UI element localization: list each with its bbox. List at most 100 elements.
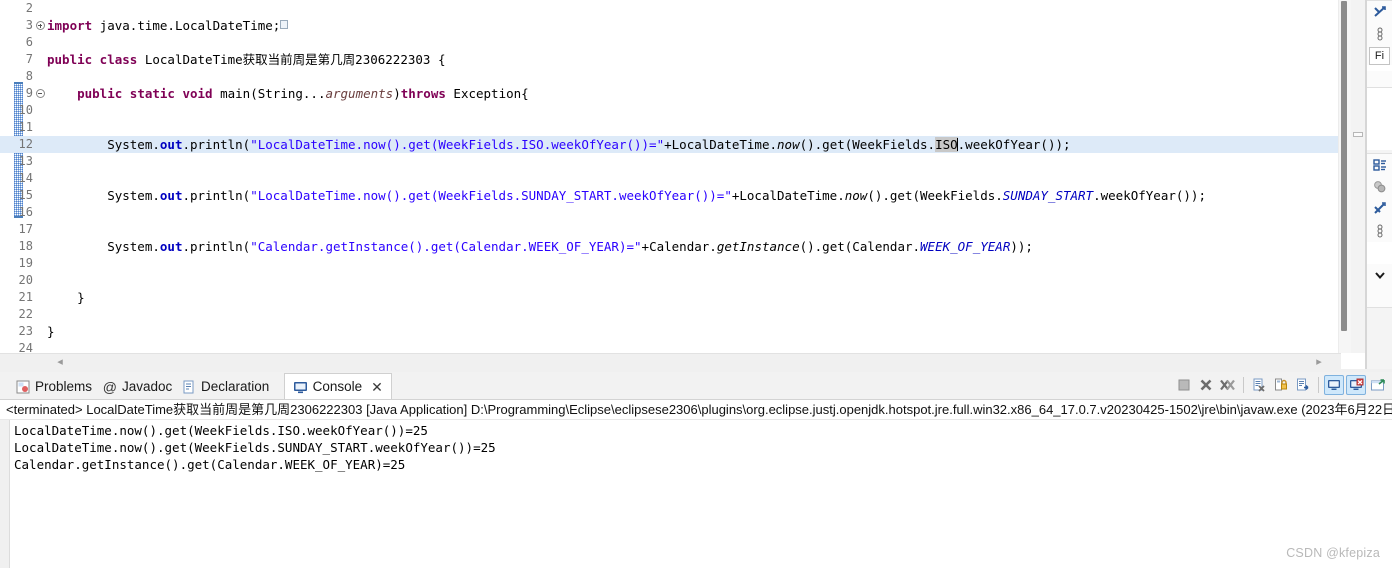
filter-icon[interactable] — [1367, 176, 1392, 198]
console-output[interactable]: LocalDateTime.now().get(WeekFields.ISO.w… — [10, 422, 1392, 568]
fold-toggle-icon[interactable] — [33, 17, 47, 34]
javadoc-icon: @ — [102, 378, 118, 395]
console-icon — [293, 380, 308, 394]
tab-javadoc[interactable]: @ Javadoc — [95, 374, 181, 399]
code-token: Exception{ — [453, 86, 529, 101]
code-token: ().get(WeekFields. — [799, 137, 936, 152]
code-line[interactable]: 21 } — [0, 289, 1365, 306]
console-output-line: LocalDateTime.now().get(WeekFields.ISO.w… — [14, 423, 428, 438]
terminate-button[interactable] — [1174, 375, 1194, 395]
line-number: 14 — [18, 171, 33, 185]
tab-console[interactable]: Console ✕ — [283, 373, 392, 399]
console-view: Problems @ Javadoc Declaration Console ✕ <ter… — [0, 372, 1392, 568]
code-line[interactable]: 19 — [0, 255, 1365, 272]
code-line[interactable]: 7 public class LocalDateTime获取当前周是第几周2306… — [0, 51, 1365, 68]
code-line[interactable]: 8 — [0, 68, 1365, 85]
hscroll-right-arrow[interactable]: ▸ — [1311, 354, 1327, 370]
editor-vertical-scrollbar[interactable] — [1338, 0, 1351, 353]
console-output-line: LocalDateTime.now().get(WeekFields.SUNDA… — [14, 440, 496, 455]
code-line[interactable]: 16 — [0, 204, 1365, 221]
hide-fields-icon[interactable] — [1367, 198, 1392, 220]
code-token: .println( — [182, 239, 251, 254]
line-number: 3 — [25, 18, 33, 32]
code-token: +LocalDateTime. — [731, 188, 845, 203]
tab-label: Problems — [35, 379, 93, 394]
code-line[interactable]: 14 — [0, 170, 1365, 187]
outline-icon[interactable] — [1367, 154, 1392, 176]
tab-label: Declaration — [201, 379, 270, 394]
code-text: import java.time.LocalDateTime; — [47, 18, 289, 33]
code-line[interactable]: 22 — [0, 306, 1365, 323]
line-number: 15 — [18, 188, 33, 202]
toolbar-separator — [1318, 377, 1319, 393]
remove-all-launches-button[interactable] — [1218, 375, 1238, 395]
remove-launch-button[interactable] — [1196, 375, 1216, 395]
code-line[interactable]: 3 import java.time.LocalDateTime; — [0, 17, 1365, 34]
line-number: 22 — [18, 307, 33, 321]
close-icon[interactable]: ✕ — [371, 380, 383, 394]
code-lines[interactable]: 2 3 import java.time.LocalDateTime; 6 7 publi… — [0, 0, 1365, 353]
tab-label: Console — [312, 379, 363, 394]
code-line[interactable]: 15 System.out.println("LocalDateTime.now… — [0, 187, 1365, 204]
open-console-button[interactable] — [1368, 375, 1388, 395]
code-line[interactable]: 17 — [0, 221, 1365, 238]
problems-icon — [16, 380, 30, 394]
hscroll-track[interactable] — [68, 358, 1311, 366]
view-menu-icon[interactable] — [1367, 220, 1392, 242]
view-menu-icon[interactable] — [1367, 23, 1392, 45]
eclipse-window: 2 3 import java.time.LocalDateTime; 6 7 publi… — [0, 0, 1392, 568]
code-line[interactable]: 9 public static void main(String...argum… — [0, 85, 1365, 102]
editor-overview-ruler[interactable] — [1351, 0, 1365, 353]
code-token: now — [844, 188, 868, 203]
editor-scrollbar-thumb[interactable] — [1341, 1, 1347, 331]
code-line[interactable]: 20 — [0, 272, 1365, 289]
overview-marker[interactable] — [1353, 132, 1363, 137]
code-token: ().get(WeekFields. — [867, 188, 1003, 203]
console-toolbar[interactable] — [1174, 375, 1388, 395]
pin-console-button[interactable] — [1346, 375, 1366, 395]
code-line[interactable]: 2 — [0, 0, 1365, 17]
code-line[interactable]: 18 System.out.println("Calendar.getInsta… — [0, 238, 1365, 255]
code-token: } — [47, 290, 85, 305]
chevron-down-icon[interactable] — [1367, 264, 1392, 286]
code-token: "LocalDateTime.now().get(WeekFields.SUND… — [250, 188, 732, 203]
code-token: )); — [1010, 239, 1033, 254]
tab-problems[interactable]: Problems — [8, 374, 100, 399]
code-line[interactable]: 11 — [0, 119, 1365, 136]
code-line[interactable]: 12 System.out.println("LocalDateTime.now… — [0, 136, 1365, 153]
code-token: "LocalDateTime.now().get(WeekFields.ISO.… — [250, 137, 665, 152]
word-wrap-button[interactable] — [1293, 375, 1313, 395]
code-token: "Calendar.getInstance().get(Calendar.WEE… — [250, 239, 642, 254]
line-number: 10 — [18, 103, 33, 117]
restore-view-icon[interactable] — [1367, 1, 1392, 23]
code-token: System. — [47, 239, 160, 254]
code-line[interactable]: 23} — [0, 323, 1365, 340]
fold-toggle-icon[interactable] — [33, 85, 47, 102]
code-line[interactable]: 24 — [0, 340, 1365, 353]
code-line[interactable]: 10 — [0, 102, 1365, 119]
hscroll-left-arrow[interactable]: ◂ — [52, 354, 68, 370]
editor-horizontal-scrollbar[interactable]: ◂ ▸ — [0, 353, 1341, 369]
line-number: 9 — [25, 86, 33, 100]
show-console-on-output-button[interactable] — [1324, 375, 1344, 395]
right-dock-bar: Fi — [1366, 0, 1392, 369]
line-number: 24 — [18, 341, 33, 353]
clear-console-button[interactable] — [1249, 375, 1269, 395]
code-line[interactable]: 6 — [0, 34, 1365, 51]
tab-label: Javadoc — [122, 379, 173, 394]
code-text: System.out.println("LocalDateTime.now().… — [47, 137, 1071, 152]
scroll-lock-button[interactable] — [1271, 375, 1291, 395]
tab-declaration[interactable]: Declaration — [174, 374, 277, 399]
editor-inner: 2 3 import java.time.LocalDateTime; 6 7 publi… — [0, 0, 1366, 369]
line-number: 18 — [18, 239, 33, 253]
line-number: 19 — [18, 256, 33, 270]
code-line[interactable]: 13 — [0, 153, 1365, 170]
dock-view-label[interactable]: Fi — [1369, 47, 1390, 65]
line-number: 2 — [25, 1, 33, 15]
code-token: WEEK_OF_YEAR — [920, 239, 1011, 254]
line-number: 16 — [18, 205, 33, 219]
code-editor[interactable]: 2 3 import java.time.LocalDateTime; 6 7 publi… — [0, 0, 1366, 369]
line-number: 6 — [25, 35, 33, 49]
code-token: ().get(Calendar. — [799, 239, 921, 254]
